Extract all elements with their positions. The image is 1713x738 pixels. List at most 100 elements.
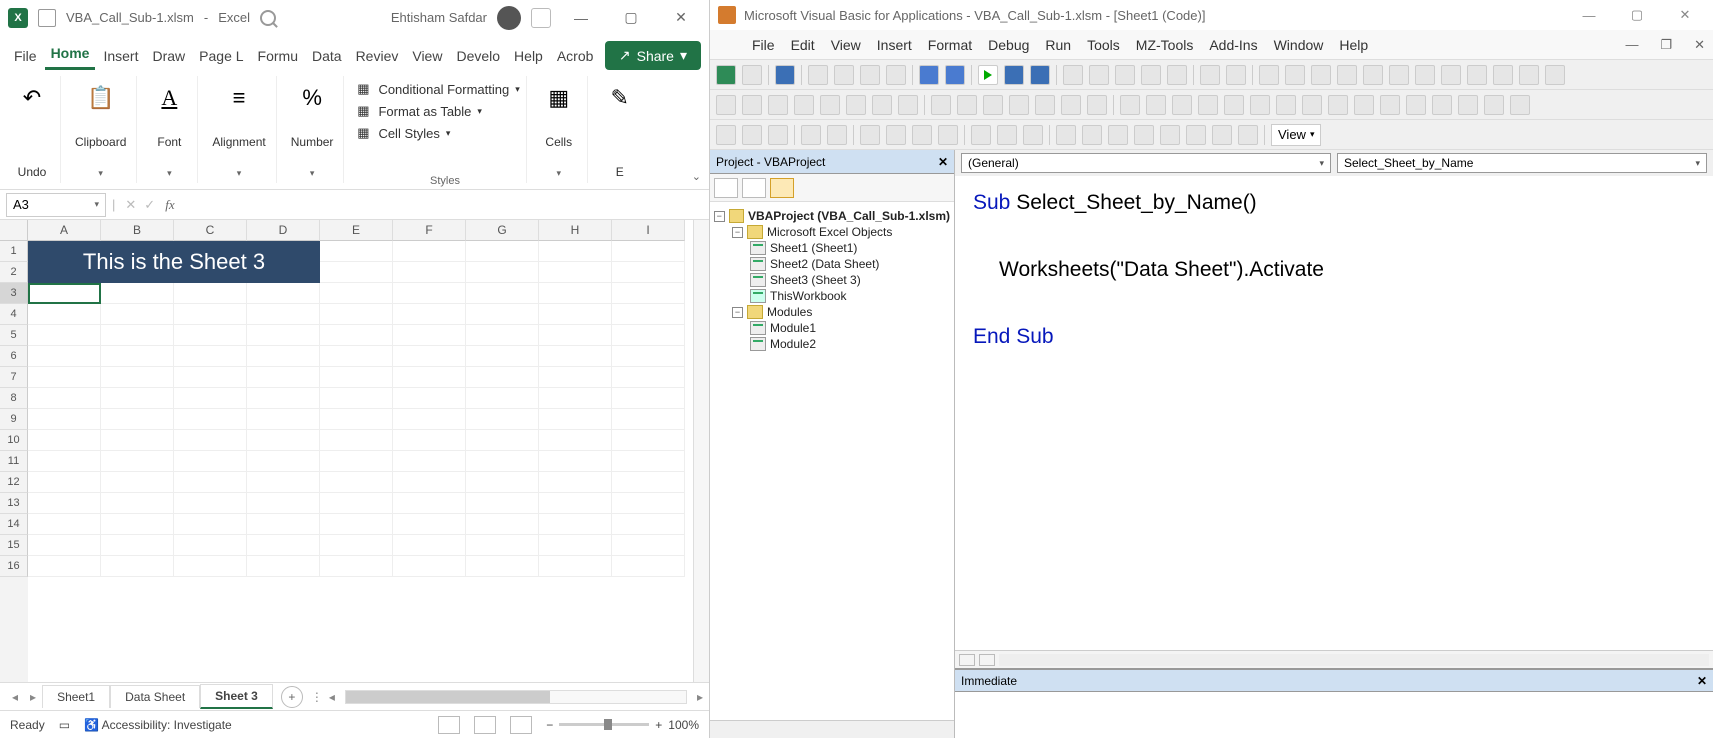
col-header-A[interactable]: A <box>28 220 101 241</box>
col-header-B[interactable]: B <box>101 220 174 241</box>
minimize-button[interactable]: — <box>561 10 601 26</box>
tb-c17[interactable] <box>1160 125 1180 145</box>
tb-a2[interactable] <box>1226 65 1246 85</box>
cells-icon[interactable]: ▦ <box>541 80 577 116</box>
tb-c11[interactable] <box>997 125 1017 145</box>
save-icon[interactable] <box>38 9 56 27</box>
col-header-D[interactable]: D <box>247 220 320 241</box>
tb-b24[interactable] <box>1328 95 1348 115</box>
tb-b25[interactable] <box>1354 95 1374 115</box>
row-header-12[interactable]: 12 <box>0 472 28 493</box>
row-header-13[interactable]: 13 <box>0 493 28 514</box>
select-all-corner[interactable] <box>0 220 28 241</box>
tb-a6[interactable] <box>1337 65 1357 85</box>
tb-b15[interactable] <box>1087 95 1107 115</box>
sheet-tab-datasheet[interactable]: Data Sheet <box>110 685 200 708</box>
tb-c20[interactable] <box>1238 125 1258 145</box>
procedure-view-icon[interactable] <box>979 654 995 666</box>
tb-c19[interactable] <box>1212 125 1232 145</box>
find-icon[interactable] <box>886 65 906 85</box>
project-tree[interactable]: −VBAProject (VBA_Call_Sub-1.xlsm) −Micro… <box>710 202 954 720</box>
row-header-8[interactable]: 8 <box>0 388 28 409</box>
tb-c12[interactable] <box>1023 125 1043 145</box>
cut-icon[interactable] <box>808 65 828 85</box>
row-header-7[interactable]: 7 <box>0 367 28 388</box>
tb-b12[interactable] <box>1009 95 1029 115</box>
alignment-icon[interactable]: ≡ <box>221 80 257 116</box>
tree-sheet1[interactable]: Sheet1 (Sheet1) <box>770 241 857 255</box>
tb-c1[interactable] <box>716 125 736 145</box>
menu-insert[interactable]: Insert <box>877 37 912 53</box>
sheet-nav-next[interactable]: ▸ <box>24 690 42 704</box>
menu-edit[interactable]: Edit <box>791 37 815 53</box>
menu-addins[interactable]: Add-Ins <box>1209 37 1257 53</box>
tb-b10[interactable] <box>957 95 977 115</box>
row-header-6[interactable]: 6 <box>0 346 28 367</box>
tb-b3[interactable] <box>768 95 788 115</box>
redo-icon-vbe[interactable] <box>945 65 965 85</box>
menu-tools[interactable]: Tools <box>1087 37 1120 53</box>
code-hscroll[interactable] <box>999 654 1709 666</box>
excel-return-icon[interactable] <box>716 65 736 85</box>
reset-icon[interactable] <box>1030 65 1050 85</box>
row-header-16[interactable]: 16 <box>0 556 28 577</box>
macro-record-icon[interactable]: ▭ <box>59 718 70 732</box>
row-header-10[interactable]: 10 <box>0 430 28 451</box>
tb-c15[interactable] <box>1108 125 1128 145</box>
menu-help[interactable]: Help <box>1339 37 1368 53</box>
cell-styles-button[interactable]: ▦Cell Styles▾ <box>354 124 519 142</box>
vertical-scrollbar[interactable] <box>693 220 709 682</box>
tb-c18[interactable] <box>1186 125 1206 145</box>
user-avatar[interactable] <box>497 6 521 30</box>
copy-icon[interactable] <box>834 65 854 85</box>
immediate-window[interactable] <box>955 692 1713 738</box>
tb-b13[interactable] <box>1035 95 1055 115</box>
zoom-in-button[interactable]: + <box>655 718 662 732</box>
format-as-table-button[interactable]: ▦Format as Table▾ <box>354 102 519 120</box>
row-header-5[interactable]: 5 <box>0 325 28 346</box>
menu-run[interactable]: Run <box>1045 37 1071 53</box>
toolbox-icon[interactable] <box>1167 65 1187 85</box>
tab-home[interactable]: Home <box>45 39 96 70</box>
menu-view[interactable]: View <box>831 37 861 53</box>
project-hscroll[interactable] <box>710 720 954 738</box>
project-explorer-icon[interactable] <box>1089 65 1109 85</box>
tab-developer[interactable]: Develo <box>450 42 506 70</box>
tree-sheet3[interactable]: Sheet3 (Sheet 3) <box>770 273 861 287</box>
tb-b2[interactable] <box>742 95 762 115</box>
formula-bar[interactable] <box>181 193 709 217</box>
tb-c6[interactable] <box>860 125 880 145</box>
object-dropdown[interactable]: (General)▾ <box>961 153 1331 173</box>
menu-debug[interactable]: Debug <box>988 37 1029 53</box>
view-code-icon[interactable] <box>714 178 738 198</box>
normal-view-icon[interactable] <box>438 716 460 734</box>
tb-a9[interactable] <box>1415 65 1435 85</box>
row-header-9[interactable]: 9 <box>0 409 28 430</box>
tb-b26[interactable] <box>1380 95 1400 115</box>
tab-view[interactable]: View <box>406 42 448 70</box>
tab-pagelayout[interactable]: Page L <box>193 42 249 70</box>
horizontal-scrollbar[interactable] <box>345 690 687 704</box>
menu-window[interactable]: Window <box>1274 37 1324 53</box>
mdi-restore-icon[interactable]: ❐ <box>1660 37 1672 53</box>
tb-a7[interactable] <box>1363 65 1383 85</box>
run-icon[interactable] <box>978 65 998 85</box>
enter-formula-icon[interactable]: ✓ <box>144 197 155 213</box>
tb-a13[interactable] <box>1519 65 1539 85</box>
tab-data[interactable]: Data <box>306 42 348 70</box>
tb-a12[interactable] <box>1493 65 1513 85</box>
tb-b17[interactable] <box>1146 95 1166 115</box>
maximize-button[interactable]: ▢ <box>611 9 651 26</box>
row-header-14[interactable]: 14 <box>0 514 28 535</box>
tb-a10[interactable] <box>1441 65 1461 85</box>
col-header-H[interactable]: H <box>539 220 612 241</box>
sheet-tab-sheet1[interactable]: Sheet1 <box>42 685 110 708</box>
editing-icon[interactable]: ✎ <box>602 80 638 116</box>
tb-b29[interactable] <box>1458 95 1478 115</box>
fx-icon[interactable]: fx <box>165 197 174 213</box>
mdi-minimize-icon[interactable]: — <box>1625 37 1638 52</box>
properties-icon[interactable] <box>1115 65 1135 85</box>
clipboard-icon[interactable]: 📋 <box>83 80 119 116</box>
col-header-I[interactable]: I <box>612 220 685 241</box>
sheet-nav-prev[interactable]: ◂ <box>6 690 24 704</box>
